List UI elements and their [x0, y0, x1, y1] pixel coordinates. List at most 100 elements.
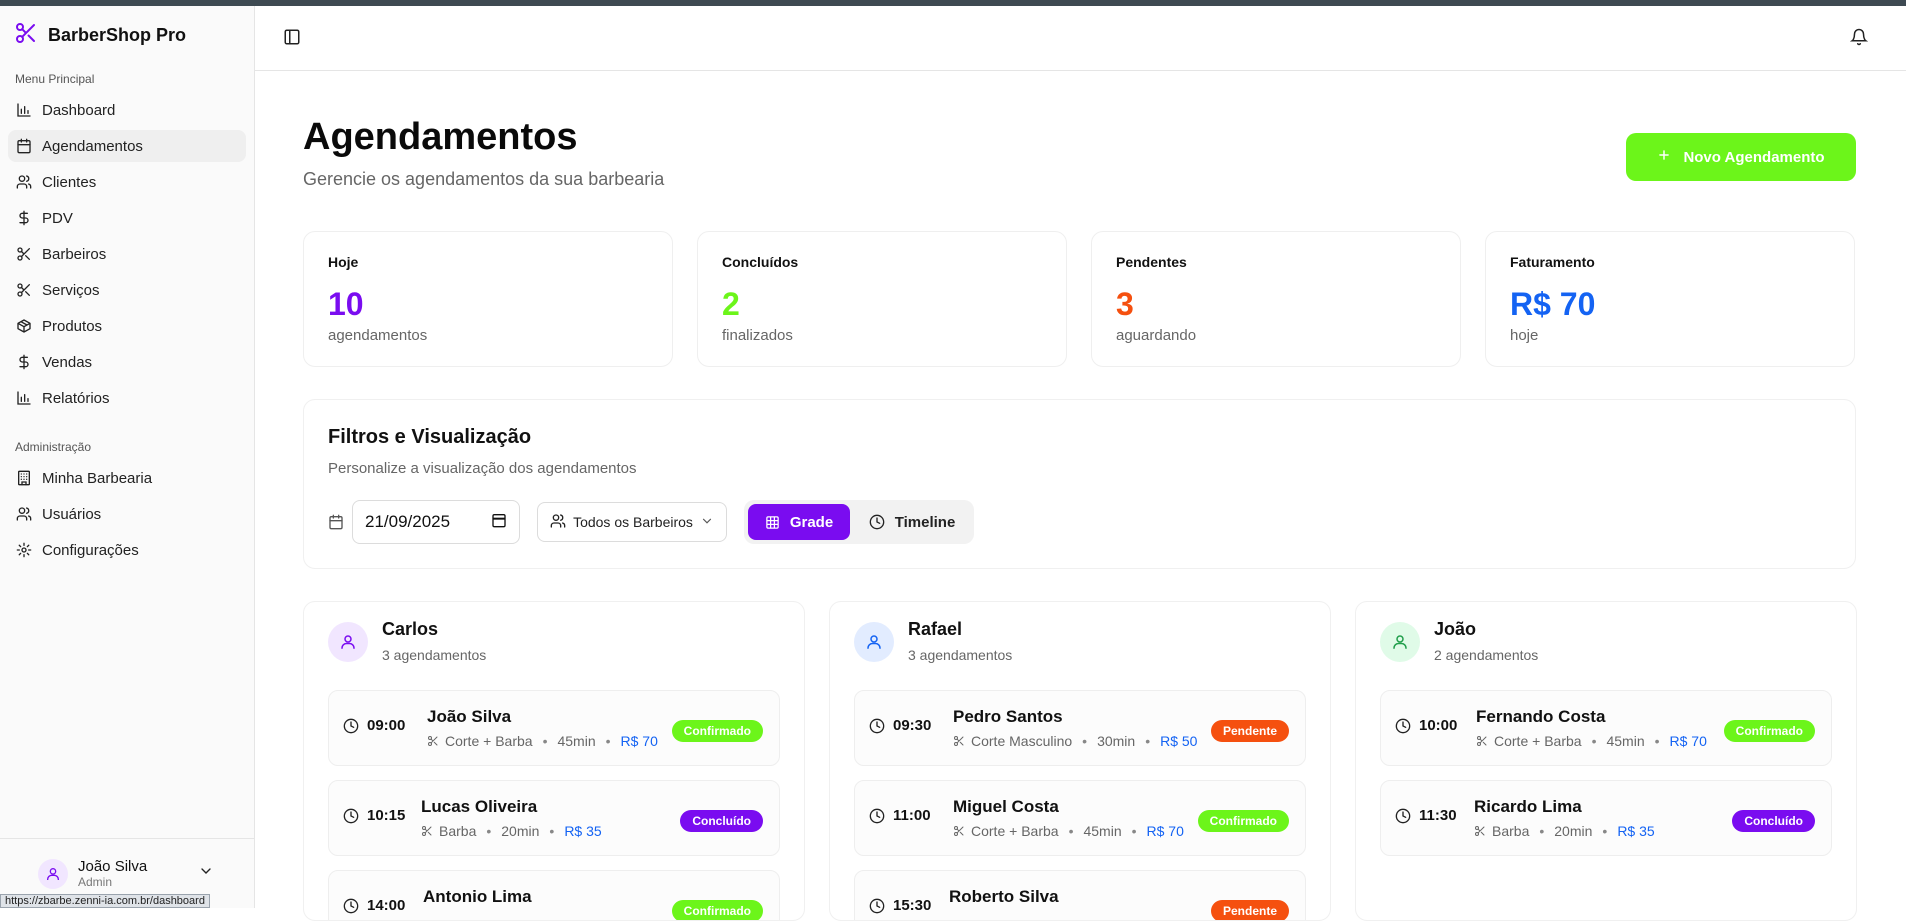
appointment-time-value: 10:15: [367, 807, 405, 824]
appointment-meta: Corte Masculino• 30min• R$ 50: [953, 733, 1197, 749]
clock-icon: [869, 718, 885, 734]
sidebar-item-clientes[interactable]: Clientes: [8, 166, 246, 198]
bell-icon[interactable]: [1850, 28, 1868, 51]
view-timeline-button[interactable]: Timeline: [854, 504, 970, 540]
sidebar-item-pdv[interactable]: PDV: [8, 202, 246, 234]
sidebar-item-relatorios[interactable]: Relatórios: [8, 382, 246, 414]
appointment-time-value: 09:30: [893, 717, 931, 734]
appointment-price: R$ 70: [1670, 733, 1707, 749]
appointment-duration: 45min: [1083, 823, 1121, 839]
user-icon: [865, 633, 883, 651]
sidebar-item-servicos[interactable]: Serviços: [8, 274, 246, 306]
appointment-duration: 45min: [557, 733, 595, 749]
user-icon: [45, 866, 61, 882]
barber-column-joao: João 2 agendamentos 10:00 Fernando Costa…: [1355, 601, 1857, 921]
new-appointment-button[interactable]: Novo Agendamento: [1626, 133, 1856, 181]
stat-card-completed: Concluídos 2 finalizados: [697, 231, 1067, 367]
date-input[interactable]: 21/09/2025: [352, 500, 520, 544]
appointment-meta: Barba• 20min• R$ 35: [421, 823, 602, 839]
appointment-card[interactable]: 09:30 Pedro Santos Corte Masculino• 30mi…: [854, 690, 1306, 766]
view-grid-button[interactable]: Grade: [748, 504, 850, 540]
calendar-icon: [16, 138, 32, 154]
status-badge: Confirmado: [672, 720, 763, 742]
sidebar-item-label: PDV: [42, 210, 73, 227]
sidebar-toggle-icon[interactable]: [283, 28, 301, 51]
dollar-icon: [16, 210, 32, 226]
sidebar-item-label: Configurações: [42, 542, 139, 559]
sidebar-item-minha-barbearia[interactable]: Minha Barbearia: [8, 462, 246, 494]
scissors-icon: [953, 735, 965, 747]
status-badge: Concluído: [1732, 810, 1815, 832]
sidebar-item-dashboard[interactable]: Dashboard: [8, 94, 246, 126]
appointment-price: R$ 70: [621, 733, 658, 749]
stat-value: 2: [722, 286, 740, 323]
appointment-card[interactable]: 10:15 Lucas Oliveira Barba• 20min• R$ 35…: [328, 780, 780, 856]
appointment-price: R$ 70: [1147, 823, 1184, 839]
stat-label: Pendentes: [1116, 254, 1187, 270]
stat-label: Hoje: [328, 254, 358, 270]
appointment-time: 11:00: [869, 807, 931, 824]
barber-name: Carlos: [382, 619, 438, 640]
appointment-card[interactable]: 09:00 João Silva Corte + Barba• 45min• R…: [328, 690, 780, 766]
barber-appointment-count: 2 agendamentos: [1434, 647, 1538, 663]
sidebar-item-label: Barbeiros: [42, 246, 106, 263]
stat-caption: finalizados: [722, 327, 793, 344]
brand[interactable]: BarberShop Pro: [0, 6, 254, 64]
calendar-icon: [328, 514, 344, 535]
app-name: BarberShop Pro: [48, 25, 186, 46]
sidebar-item-produtos[interactable]: Produtos: [8, 310, 246, 342]
clock-icon: [869, 808, 885, 824]
appointment-time-value: 11:00: [893, 807, 931, 824]
appointment-card[interactable]: 14:00 Antonio Lima Confirmado: [328, 870, 780, 921]
clock-icon: [343, 808, 359, 824]
scissors-icon: [421, 825, 433, 837]
appointment-time-value: 14:00: [367, 897, 405, 914]
status-badge: Confirmado: [672, 900, 763, 921]
sidebar-item-agendamentos[interactable]: Agendamentos: [8, 130, 246, 162]
sidebar-item-configuracoes[interactable]: Configurações: [8, 534, 246, 566]
bar-chart-icon: [16, 390, 32, 406]
barber-name: João: [1434, 619, 1476, 640]
appointment-card[interactable]: 11:00 Miguel Costa Corte + Barba• 45min•…: [854, 780, 1306, 856]
appointment-meta: Corte + Barba• 45min• R$ 70: [1476, 733, 1707, 749]
avatar: [854, 622, 894, 662]
appointment-price: R$ 35: [1617, 823, 1654, 839]
barber-name: Rafael: [908, 619, 962, 640]
barber-column-rafael: Rafael 3 agendamentos 09:30 Pedro Santos…: [829, 601, 1331, 921]
view-timeline-label: Timeline: [895, 514, 956, 531]
appointment-client: Fernando Costa: [1476, 707, 1605, 727]
appointment-service: Barba: [1492, 823, 1529, 839]
stat-caption: aguardando: [1116, 327, 1196, 344]
clock-icon: [869, 514, 885, 530]
barber-select[interactable]: Todos os Barbeiros: [537, 502, 727, 542]
appointment-client: Miguel Costa: [953, 797, 1059, 817]
appointment-price: R$ 35: [564, 823, 601, 839]
sidebar-item-vendas[interactable]: Vendas: [8, 346, 246, 378]
scissors-logo-icon: [14, 21, 38, 50]
grid-icon: [765, 515, 780, 530]
appointment-card[interactable]: 10:00 Fernando Costa Corte + Barba• 45mi…: [1380, 690, 1832, 766]
users-icon: [16, 174, 32, 190]
calendar-picker-icon[interactable]: [491, 512, 507, 533]
barber-column-carlos: Carlos 3 agendamentos 09:00 João Silva C…: [303, 601, 805, 921]
status-badge: Confirmado: [1198, 810, 1289, 832]
appointment-duration: 30min: [1097, 733, 1135, 749]
stat-value: 3: [1116, 286, 1134, 323]
sidebar-item-label: Produtos: [42, 318, 102, 335]
appointment-card[interactable]: 15:30 Roberto Silva Pendente: [854, 870, 1306, 921]
scissors-icon: [427, 735, 439, 747]
sidebar-item-barbeiros[interactable]: Barbeiros: [8, 238, 246, 270]
clock-icon: [1395, 718, 1411, 734]
new-appointment-label: Novo Agendamento: [1683, 149, 1824, 166]
sidebar: BarberShop Pro Menu Principal Dashboard …: [0, 6, 255, 908]
scissors-icon: [16, 246, 32, 262]
appointment-card[interactable]: 11:30 Ricardo Lima Barba• 20min• R$ 35 C…: [1380, 780, 1832, 856]
stat-label: Concluídos: [722, 254, 798, 270]
status-badge: Pendente: [1211, 900, 1289, 921]
user-icon: [339, 633, 357, 651]
plus-icon: [1657, 148, 1671, 166]
sidebar-item-usuarios[interactable]: Usuários: [8, 498, 246, 530]
sidebar-item-label: Vendas: [42, 354, 92, 371]
appointment-time: 15:30: [869, 897, 931, 914]
barber-appointment-count: 3 agendamentos: [908, 647, 1012, 663]
